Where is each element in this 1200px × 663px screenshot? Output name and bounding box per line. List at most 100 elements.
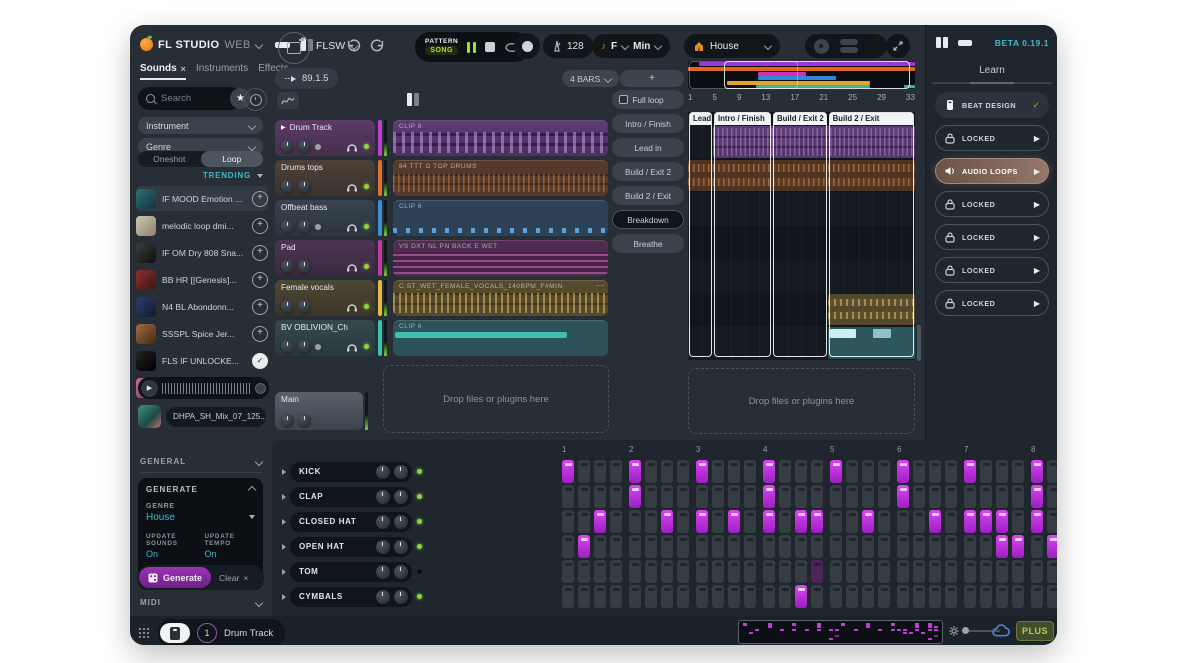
generate-button[interactable]: Generate xyxy=(139,567,211,588)
sound-item[interactable]: FLS IF UNLOCKE...✓ xyxy=(136,348,268,373)
step-cell[interactable] xyxy=(645,560,657,583)
step-cell[interactable] xyxy=(1012,585,1024,608)
row-volume-knob[interactable] xyxy=(394,490,408,504)
step-cell[interactable] xyxy=(1047,535,1057,558)
step-cell[interactable] xyxy=(830,510,842,533)
step-cell[interactable] xyxy=(878,560,890,583)
row-expand-icon[interactable] xyxy=(282,519,286,525)
step-cell[interactable] xyxy=(846,510,858,533)
step-cell[interactable] xyxy=(945,535,957,558)
step-cell[interactable] xyxy=(610,535,622,558)
step-cell[interactable] xyxy=(1031,585,1043,608)
playlist-section[interactable]: Build / Exit 2 xyxy=(773,112,827,357)
tempo-control[interactable]: 128 xyxy=(543,34,593,58)
row-pill-tom[interactable]: TOM xyxy=(290,562,412,582)
step-cell[interactable] xyxy=(795,585,807,608)
playlist-section[interactable]: Intro / Finish xyxy=(714,112,771,357)
clip-wave-magenta[interactable]: VS DXT NL PN BACK E WET xyxy=(393,240,608,276)
row-expand-icon[interactable] xyxy=(282,594,286,600)
channel-female-vocals[interactable]: Female vocals xyxy=(275,280,375,316)
step-cell[interactable] xyxy=(594,460,606,483)
fullscreen-button[interactable] xyxy=(886,34,910,58)
step-cell[interactable] xyxy=(712,560,724,583)
row-expand-icon[interactable] xyxy=(282,544,286,550)
step-cell[interactable] xyxy=(696,460,708,483)
piano-roll-icon[interactable] xyxy=(407,93,419,106)
section-button-intro-finish[interactable]: Intro / Finish xyxy=(612,114,684,133)
channel-pad[interactable]: Pad xyxy=(275,240,375,276)
waveform[interactable] xyxy=(162,383,251,394)
step-cell[interactable] xyxy=(779,535,791,558)
step-cell[interactable] xyxy=(846,460,858,483)
volume-knob[interactable] xyxy=(281,180,294,193)
row-led[interactable] xyxy=(417,594,422,599)
step-cell[interactable] xyxy=(964,510,976,533)
step-cell[interactable] xyxy=(811,460,823,483)
headphone-icon[interactable] xyxy=(346,341,358,352)
step-cell[interactable] xyxy=(779,585,791,608)
redo-button[interactable] xyxy=(370,38,386,59)
learn-card-beat-design[interactable]: BEAT DESIGN✓ xyxy=(935,92,1049,118)
playlist-section-tab[interactable]: Build 2 / Exit xyxy=(830,113,913,125)
step-cell[interactable] xyxy=(945,485,957,508)
learn-card-locked[interactable]: LOCKED▶ xyxy=(935,125,1049,151)
step-cell[interactable] xyxy=(945,560,957,583)
clear-button[interactable]: Clear × xyxy=(219,573,248,583)
step-cell[interactable] xyxy=(744,510,756,533)
step-cell[interactable] xyxy=(996,485,1008,508)
step-cell[interactable] xyxy=(964,485,976,508)
step-cell[interactable] xyxy=(1012,460,1024,483)
step-cell[interactable] xyxy=(744,485,756,508)
step-cell[interactable] xyxy=(744,460,756,483)
undo-button[interactable] xyxy=(345,38,361,59)
history-button[interactable] xyxy=(244,88,267,111)
playlist-section[interactable]: Build 2 / Exit xyxy=(829,112,914,357)
tab-instruments[interactable]: Instruments xyxy=(196,63,248,80)
step-cell[interactable] xyxy=(562,535,574,558)
drum-machine-button[interactable] xyxy=(160,623,190,643)
step-cell[interactable] xyxy=(897,535,909,558)
panel-bar-icon[interactable] xyxy=(958,40,972,46)
playlist[interactable]: Lead inIntro / FinishBuild / Exit 2Build… xyxy=(688,112,915,360)
step-cell[interactable] xyxy=(744,560,756,583)
row-pan-knob[interactable] xyxy=(376,515,390,529)
panel-columns-icon[interactable] xyxy=(936,37,948,48)
add-sound-button[interactable]: + xyxy=(252,299,268,315)
row-pan-knob[interactable] xyxy=(376,565,390,579)
step-cell[interactable] xyxy=(712,535,724,558)
step-cell[interactable] xyxy=(1047,485,1057,508)
step-cell[interactable] xyxy=(728,460,740,483)
step-cell[interactable] xyxy=(964,585,976,608)
row-led[interactable] xyxy=(417,569,422,574)
step-cell[interactable] xyxy=(712,585,724,608)
bars-selector[interactable]: 4 BARS xyxy=(562,70,619,87)
step-cell[interactable] xyxy=(980,510,992,533)
step-cell[interactable] xyxy=(645,585,657,608)
step-cell[interactable] xyxy=(830,485,842,508)
step-cell[interactable] xyxy=(945,510,957,533)
clip-wave-brown[interactable]: 84 TTT G TOP DRUMS xyxy=(393,160,608,196)
channel-led[interactable] xyxy=(364,304,369,309)
step-cell[interactable] xyxy=(1031,535,1043,558)
step-cell[interactable] xyxy=(629,560,641,583)
volume-knob[interactable] xyxy=(281,260,294,273)
step-cell[interactable] xyxy=(862,560,874,583)
step-cell[interactable] xyxy=(897,485,909,508)
section-button-lead-in[interactable]: Lead in xyxy=(612,138,684,157)
step-cell[interactable] xyxy=(878,535,890,558)
row-volume-knob[interactable] xyxy=(394,515,408,529)
add-sound-button[interactable]: + xyxy=(252,326,268,342)
step-cell[interactable] xyxy=(645,535,657,558)
learn-card-locked[interactable]: LOCKED▶ xyxy=(935,224,1049,250)
now-playing-item[interactable]: DHPA_SH_Mix_07_125... xyxy=(138,405,266,428)
step-cell[interactable] xyxy=(1012,535,1024,558)
playlist-section-tab[interactable]: Intro / Finish xyxy=(715,113,770,125)
grid-view-icon[interactable] xyxy=(138,627,150,639)
step-cell[interactable] xyxy=(562,510,574,533)
step-cell[interactable] xyxy=(1047,460,1057,483)
learn-card-locked[interactable]: LOCKED▶ xyxy=(935,290,1049,316)
step-cell[interactable] xyxy=(929,535,941,558)
step-cell[interactable] xyxy=(645,485,657,508)
step-cell[interactable] xyxy=(862,460,874,483)
step-cell[interactable] xyxy=(629,485,641,508)
